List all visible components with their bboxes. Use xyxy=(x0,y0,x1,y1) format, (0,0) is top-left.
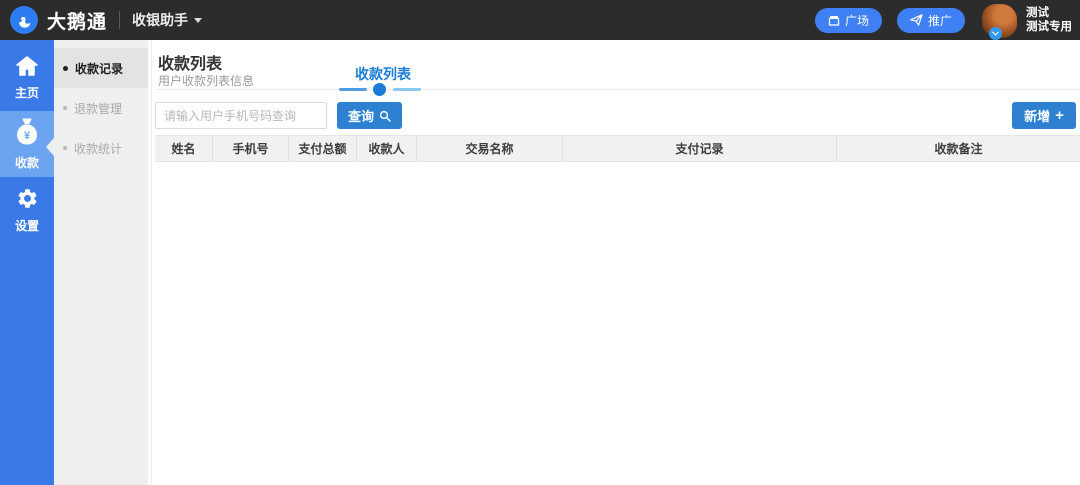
column-header-total-paid: 支付总额 xyxy=(289,136,357,161)
tab-indicator xyxy=(339,83,421,96)
secondary-sidebar: 收款记录 退款管理 收款统计 xyxy=(46,40,148,485)
plaza-button[interactable]: 广场 xyxy=(814,7,882,33)
app-name: 收银助手 xyxy=(132,12,189,28)
sidebar-item-label: 收款 xyxy=(14,156,39,170)
moneybag-yen-icon: ¥ xyxy=(17,118,37,145)
promote-button[interactable]: 推广 xyxy=(896,7,965,33)
plaza-button-label: 广场 xyxy=(844,13,869,28)
add-button-label: 新增 xyxy=(1024,109,1051,124)
swan-icon xyxy=(19,16,31,28)
svg-text:¥: ¥ xyxy=(24,130,31,142)
column-header-transaction-name: 交易名称 xyxy=(417,136,563,161)
divider xyxy=(119,11,121,29)
sidebar-item-label: 设置 xyxy=(14,218,39,233)
bullet-icon xyxy=(63,65,68,71)
sidebar-item-settings[interactable]: 设置 xyxy=(0,177,54,243)
page-title: 收款列表 xyxy=(158,56,223,73)
search-button[interactable]: 查询 xyxy=(337,102,402,129)
primary-sidebar: 主页 ¥ 收款 设置 xyxy=(0,40,54,485)
main-layout: 主页 ¥ 收款 设置 收款记录 退款管理 收款统计 收款列表 用户收款列表信息 … xyxy=(0,40,1080,485)
paper-plane-icon xyxy=(910,14,923,26)
page-subtitle: 用户收款列表信息 xyxy=(158,74,255,88)
submenu-item-label: 收款记录 xyxy=(75,61,124,76)
column-header-payee: 收款人 xyxy=(357,136,417,161)
column-header-phone: 手机号 xyxy=(213,136,289,161)
storefront-icon xyxy=(828,15,840,26)
sidebar-item-home[interactable]: 主页 xyxy=(0,45,54,111)
brand-logo[interactable] xyxy=(10,6,38,34)
content-area: 收款列表 用户收款列表信息 收款列表 查询 新增 + xyxy=(148,40,1080,485)
content-left-border xyxy=(151,40,152,485)
indicator-dot-icon xyxy=(373,83,386,96)
add-button[interactable]: 新增 + xyxy=(1012,102,1076,129)
user-info: 测试 测试专用 xyxy=(1026,6,1072,34)
bullet-icon xyxy=(63,106,67,110)
search-input[interactable] xyxy=(155,102,327,129)
bullet-icon xyxy=(63,146,67,150)
sidebar-item-label: 主页 xyxy=(14,86,39,100)
user-role: 测试专用 xyxy=(1026,21,1072,33)
chevron-down-icon xyxy=(194,17,203,23)
home-icon xyxy=(16,56,38,76)
search-button-label: 查询 xyxy=(347,109,374,124)
table-header-row: 姓名 手机号 支付总额 收款人 交易名称 支付记录 收款备注 xyxy=(155,135,1080,162)
column-header-payment-records: 支付记录 xyxy=(563,136,837,161)
submenu-item-label: 收款统计 xyxy=(74,141,123,156)
submenu-item-collect-stats[interactable]: 收款统计 xyxy=(54,128,148,168)
user-menu[interactable] xyxy=(982,2,1017,40)
app-window: 大鹅通 收银助手 广场 推广 测试 测试专用 主页 ¥ 收款 设置 收款记录 退… xyxy=(0,0,1080,485)
indicator-dash-left xyxy=(339,88,367,91)
column-header-collect-remark: 收款备注 xyxy=(934,142,983,156)
tab-collect-list[interactable]: 收款列表 xyxy=(340,64,426,84)
submenu-notch xyxy=(46,138,54,156)
column-header-name: 姓名 xyxy=(155,136,213,161)
chevron-down-badge-icon xyxy=(989,27,1002,40)
promote-button-label: 推广 xyxy=(927,13,952,28)
chevron-down-icon xyxy=(991,28,1000,36)
magnifier-icon xyxy=(379,110,391,122)
app-switcher[interactable]: 收银助手 xyxy=(132,10,203,30)
submenu-item-label: 退款管理 xyxy=(74,101,123,116)
user-name: 测试 xyxy=(1026,7,1049,19)
gear-icon xyxy=(18,188,36,208)
tabbar-divider xyxy=(156,89,1080,90)
submenu-item-refund-management[interactable]: 退款管理 xyxy=(54,88,148,128)
topbar: 大鹅通 收银助手 广场 推广 测试 测试专用 xyxy=(0,0,1080,40)
plus-icon: + xyxy=(1055,107,1064,124)
indicator-dash-right xyxy=(393,88,421,91)
brand-name: 大鹅通 xyxy=(47,11,108,33)
submenu-item-collect-records[interactable]: 收款记录 xyxy=(54,48,148,88)
